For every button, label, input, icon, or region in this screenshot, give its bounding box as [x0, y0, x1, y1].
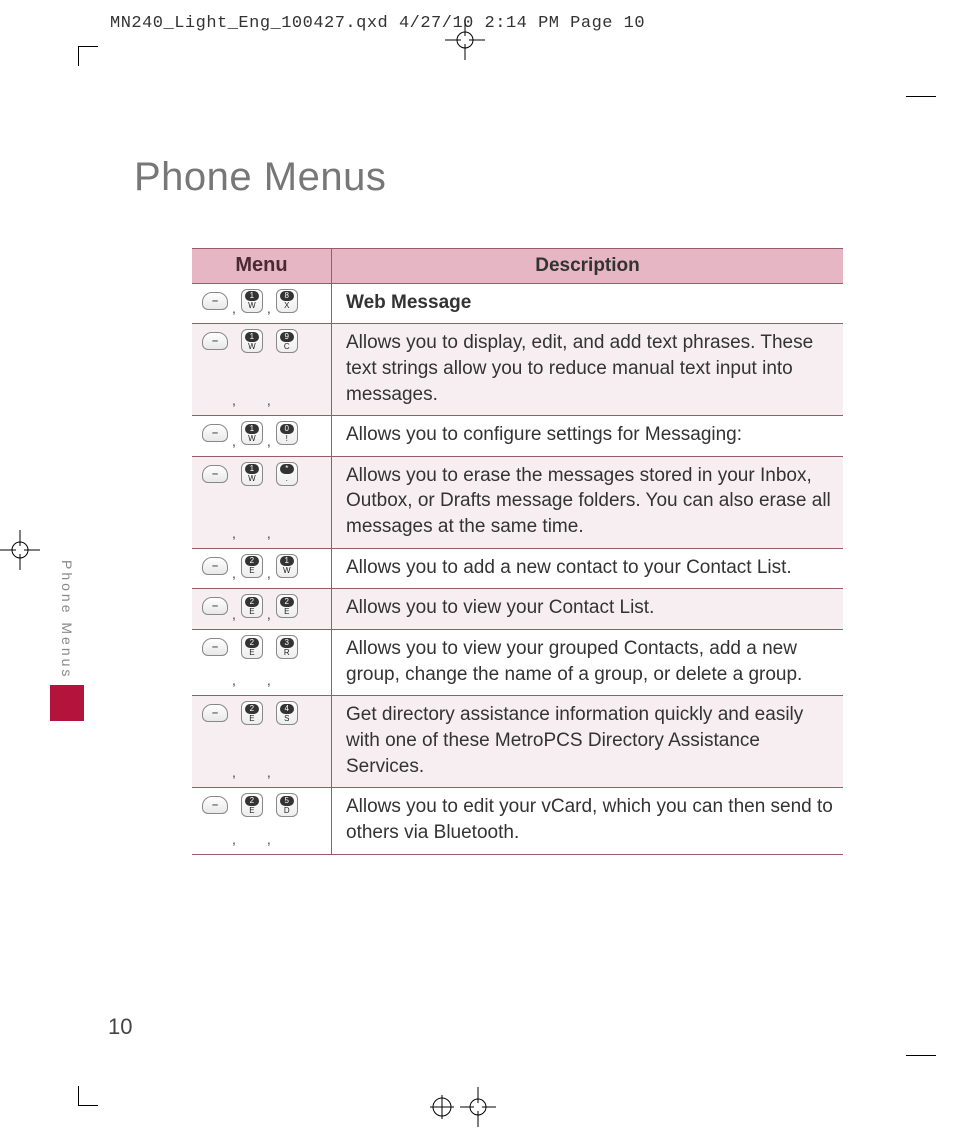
separator: ,: [232, 433, 236, 449]
description-cell: Allows you to add a new contact to your …: [332, 549, 843, 589]
separator: ,: [267, 606, 271, 622]
table-row: –, 1W, *. Allows you to erase the messages …: [192, 457, 843, 549]
softkey-icon: –: [202, 557, 228, 575]
table-row: –,1W,8XWeb Message: [192, 284, 843, 325]
header-menu: Menu: [192, 249, 332, 283]
keypad-key-icon: *.: [276, 462, 298, 486]
header-description: Description: [332, 249, 843, 283]
menu-cell: –,2E,2E: [192, 589, 332, 629]
softkey-icon: –: [202, 424, 228, 442]
table-row: –,1W,0!Allows you to configure settings …: [192, 416, 843, 457]
description-cell: Allows you to erase the messages stored …: [332, 457, 843, 548]
keypad-key-icon: 1W: [241, 421, 263, 445]
crop-tick-icon: [906, 96, 936, 97]
keypad-key-icon: 8X: [276, 289, 298, 313]
keypad-key-icon: 2E: [276, 594, 298, 618]
keypad-key-icon: 9C: [276, 329, 298, 353]
description-cell: Allows you to view your grouped Contacts…: [332, 630, 843, 695]
keypad-key-icon: 4S: [276, 701, 298, 725]
separator: ,: [232, 300, 236, 316]
side-tab: Phone Menus: [50, 560, 84, 721]
softkey-icon: –: [202, 704, 228, 722]
separator: ,: [232, 764, 236, 780]
menu-cell: –,2E,5D: [192, 788, 332, 853]
page-number: 10: [108, 1014, 132, 1040]
separator: ,: [267, 392, 271, 408]
softkey-icon: –: [202, 638, 228, 656]
keypad-key-icon: 1W: [241, 462, 263, 486]
separator: ,: [232, 392, 236, 408]
menu-cell: –, 2E, 4S: [192, 696, 332, 787]
table-row: –,2E,5DAllows you to edit your vCard, wh…: [192, 788, 843, 853]
softkey-icon: –: [202, 332, 228, 350]
separator: ,: [267, 525, 271, 541]
keypad-key-icon: 2E: [241, 594, 263, 618]
side-tab-label: Phone Menus: [59, 560, 75, 679]
description-cell: Get directory assistance information qui…: [332, 696, 843, 787]
menu-cell: –,1W,0!: [192, 416, 332, 456]
table-row: –,2E,3RAllows you to view your grouped C…: [192, 630, 843, 696]
crop-mark-left-icon: [0, 530, 40, 570]
description-cell: Allows you to display, edit, and add tex…: [332, 324, 843, 415]
keypad-key-icon: 3R: [276, 635, 298, 659]
crop-corner-icon: [78, 1086, 98, 1106]
description-cell: Web Message: [332, 284, 843, 324]
crop-tick-icon: [906, 1055, 936, 1056]
description-cell: Allows you to configure settings for Mes…: [332, 416, 843, 456]
keypad-key-icon: 2E: [241, 554, 263, 578]
keypad-key-icon: 2E: [241, 793, 263, 817]
description-cell: Allows you to edit your vCard, which you…: [332, 788, 843, 853]
menu-cell: –, 1W, *.: [192, 457, 332, 548]
table-row: –,2E,2EAllows you to view your Contact L…: [192, 589, 843, 630]
table-row: –, 2E, 4S Get directory assistance informat…: [192, 696, 843, 788]
menu-cell: –,2E,3R: [192, 630, 332, 695]
separator: ,: [267, 672, 271, 688]
softkey-icon: –: [202, 597, 228, 615]
crop-corner-icon: [78, 46, 98, 66]
separator: ,: [232, 831, 236, 847]
keypad-key-icon: 1W: [241, 329, 263, 353]
keypad-key-icon: 1W: [276, 554, 298, 578]
table-row: –,2E,1WAllows you to add a new contact t…: [192, 549, 843, 590]
separator: ,: [267, 831, 271, 847]
separator: ,: [232, 672, 236, 688]
menu-table: Menu Description –,1W,8XWeb Message–,1W,…: [192, 248, 843, 855]
separator: ,: [232, 565, 236, 581]
keypad-key-icon: 0!: [276, 421, 298, 445]
menu-cell: –,2E,1W: [192, 549, 332, 589]
keypad-key-icon: 2E: [241, 701, 263, 725]
separator: ,: [232, 606, 236, 622]
table-row: –, 1W, 9C Allows you to display, edit, and …: [192, 324, 843, 416]
description-cell: Allows you to view your Contact List.: [332, 589, 843, 629]
side-tab-block: [50, 685, 84, 721]
menu-cell: –, 1W, 9C: [192, 324, 332, 415]
keypad-key-icon: 2E: [241, 635, 263, 659]
crop-header: MN240_Light_Eng_100427.qxd 4/27/10 2:14 …: [110, 14, 645, 33]
softkey-icon: –: [202, 796, 228, 814]
keypad-key-icon: 1W: [241, 289, 263, 313]
softkey-icon: –: [202, 292, 228, 310]
separator: ,: [267, 433, 271, 449]
page-title: Phone Menus: [134, 155, 386, 200]
softkey-icon: –: [202, 465, 228, 483]
menu-cell: –,1W,8X: [192, 284, 332, 324]
separator: ,: [267, 565, 271, 581]
keypad-key-icon: 5D: [276, 793, 298, 817]
separator: ,: [267, 300, 271, 316]
separator: ,: [267, 764, 271, 780]
table-header-row: Menu Description: [192, 249, 843, 284]
separator: ,: [232, 525, 236, 541]
